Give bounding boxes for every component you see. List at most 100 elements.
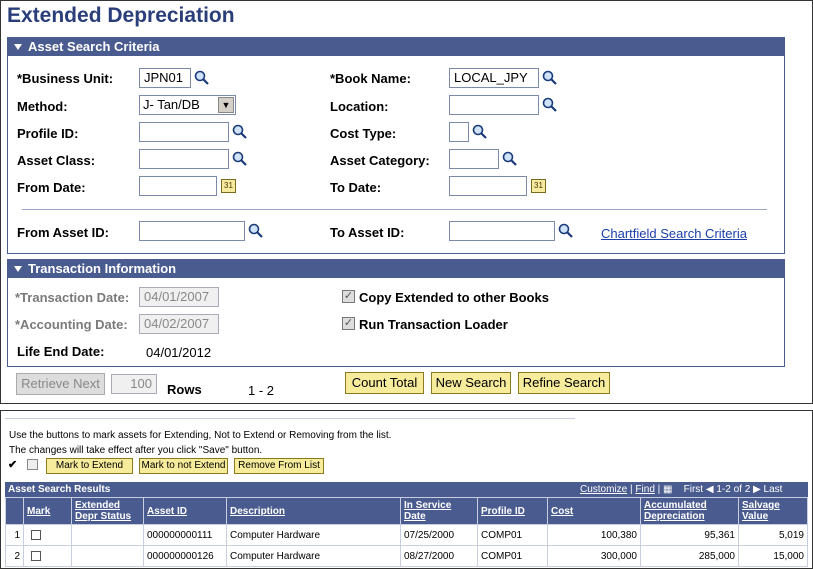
table-row: 1 000000000111 Computer Hardware 07/25/2… — [5, 524, 808, 546]
row-number: 2 — [5, 545, 24, 567]
col-extended-status[interactable]: Extended Depr Status — [71, 497, 144, 525]
row-profile-id: COMP01 — [477, 524, 548, 546]
row-asset-id: 000000000126 — [143, 545, 227, 567]
mark-to-not-extend-button[interactable]: Mark to not Extend — [139, 458, 228, 474]
row-extended-status — [71, 545, 144, 567]
view-all-icon[interactable]: ▦ — [663, 484, 672, 495]
divider — [22, 209, 767, 210]
col-cost[interactable]: Cost — [547, 497, 641, 525]
to-date-calendar-icon[interactable]: 31 — [531, 179, 546, 193]
profile-id-input[interactable] — [139, 122, 229, 142]
row-profile-id: COMP01 — [477, 545, 548, 567]
asset-class-lookup-icon[interactable] — [232, 151, 247, 166]
rows-count-input[interactable]: 100 — [111, 374, 157, 394]
nav-separator: | — [657, 484, 661, 495]
collapse-triangle-icon — [14, 43, 22, 50]
col-salvage-value[interactable]: Salvage Value — [738, 497, 808, 525]
find-link[interactable]: Find — [635, 484, 654, 495]
col-description[interactable]: Description — [226, 497, 401, 525]
from-date-calendar-icon[interactable]: 31 — [221, 179, 236, 193]
transaction-date-input[interactable]: 04/01/2007 — [139, 287, 219, 307]
row-mark-checkbox[interactable] — [31, 529, 41, 540]
rows-label: Rows — [167, 382, 202, 397]
table-row: 2 000000000126 Computer Hardware 08/27/2… — [5, 545, 808, 567]
new-search-button[interactable]: New Search — [431, 372, 511, 394]
results-grid-header: Asset Search Results Customize | Find | … — [5, 482, 808, 497]
asset-category-label: Asset Category: — [330, 153, 430, 168]
location-input[interactable] — [449, 95, 539, 115]
to-date-label: To Date: — [330, 180, 382, 195]
count-total-button[interactable]: Count Total — [345, 372, 424, 394]
results-divider — [5, 418, 575, 419]
dropdown-arrow-icon[interactable]: ▼ — [218, 97, 234, 113]
next-arrow-icon[interactable]: ▶ — [753, 484, 761, 495]
run-loader-checkbox[interactable]: ✓ — [342, 317, 355, 330]
col-accumulated-depreciation[interactable]: Accumulated Depreciation — [640, 497, 739, 525]
accounting-date-label: *Accounting Date: — [15, 317, 128, 332]
cost-type-input[interactable] — [449, 122, 469, 142]
col-asset-id[interactable]: Asset ID — [143, 497, 227, 525]
transaction-date-label: *Transaction Date: — [15, 290, 130, 305]
method-select[interactable]: J- Tan/DB ▼ — [139, 95, 236, 115]
from-date-input[interactable] — [139, 176, 217, 196]
page-title: Extended Depreciation — [7, 4, 235, 27]
row-mark-checkbox[interactable] — [31, 550, 41, 561]
location-lookup-icon[interactable] — [542, 97, 557, 112]
asset-class-input[interactable] — [139, 149, 229, 169]
copy-extended-checkbox[interactable]: ✓ — [342, 290, 355, 303]
cost-type-label: Cost Type: — [330, 126, 397, 141]
business-unit-lookup-icon[interactable] — [194, 70, 209, 85]
business-unit-label: *Business Unit: — [17, 71, 114, 86]
refine-search-button[interactable]: Refine Search — [518, 372, 610, 394]
instruction-line-2: The changes will take effect after you c… — [9, 445, 263, 456]
to-asset-id-lookup-icon[interactable] — [558, 223, 573, 238]
method-select-value: J- Tan/DB — [143, 97, 200, 112]
customize-link[interactable]: Customize — [580, 484, 627, 495]
row-in-service-date: 08/27/2000 — [400, 545, 478, 567]
instruction-line-1: Use the buttons to mark assets for Exten… — [9, 430, 392, 441]
profile-id-label: Profile ID: — [17, 126, 79, 141]
remove-from-list-button[interactable]: Remove From List — [234, 458, 324, 474]
profile-id-lookup-icon[interactable] — [232, 124, 247, 139]
col-in-service-date[interactable]: In Service Date — [400, 497, 478, 525]
row-extended-status — [71, 524, 144, 546]
business-unit-input[interactable]: JPN01 — [139, 68, 191, 88]
asset-category-input[interactable] — [449, 149, 499, 169]
asset-class-label: Asset Class: — [17, 153, 96, 168]
row-mark-cell — [23, 545, 72, 567]
col-profile-id[interactable]: Profile ID — [477, 497, 548, 525]
cost-type-lookup-icon[interactable] — [472, 124, 487, 139]
prev-arrow-icon[interactable]: ◀ — [706, 484, 714, 495]
uncheck-all-icon[interactable] — [27, 459, 38, 470]
from-date-label: From Date: — [17, 180, 86, 195]
asset-category-lookup-icon[interactable] — [502, 151, 517, 166]
book-name-input[interactable]: LOCAL_JPY — [449, 68, 539, 88]
to-date-input[interactable] — [449, 176, 527, 196]
row-in-service-date: 07/25/2000 — [400, 524, 478, 546]
row-cost: 100,380 — [547, 524, 641, 546]
from-asset-id-lookup-icon[interactable] — [248, 223, 263, 238]
from-asset-id-input[interactable] — [139, 221, 245, 241]
mark-to-extend-button[interactable]: Mark to Extend — [46, 458, 133, 474]
row-salvage-value: 15,000 — [738, 545, 808, 567]
results-table: Mark Extended Depr Status Asset ID Descr… — [5, 497, 808, 567]
asset-search-criteria-header[interactable]: Asset Search Criteria — [8, 38, 784, 56]
retrieve-next-button[interactable]: Retrieve Next — [16, 373, 105, 395]
life-end-date-value: 04/01/2012 — [146, 345, 212, 360]
book-name-lookup-icon[interactable] — [542, 70, 557, 85]
run-loader-label: Run Transaction Loader — [359, 317, 508, 332]
last-link: Last — [763, 484, 783, 495]
row-mark-cell — [23, 524, 72, 546]
chartfield-search-criteria-link[interactable]: Chartfield Search Criteria — [601, 226, 747, 241]
row-accumulated-depreciation: 285,000 — [640, 545, 739, 567]
method-label: Method: — [17, 99, 68, 114]
check-all-icon[interactable]: ✔ — [8, 458, 17, 471]
col-mark[interactable]: Mark — [23, 497, 72, 525]
row-description: Computer Hardware — [226, 524, 401, 546]
copy-extended-label: Copy Extended to other Books — [359, 290, 549, 305]
to-asset-id-input[interactable] — [449, 221, 555, 241]
row-number: 1 — [5, 524, 24, 546]
accounting-date-input[interactable]: 04/02/2007 — [139, 314, 219, 334]
asset-search-criteria-group: Asset Search Criteria — [7, 37, 785, 254]
transaction-information-header[interactable]: Transaction Information — [8, 260, 784, 278]
